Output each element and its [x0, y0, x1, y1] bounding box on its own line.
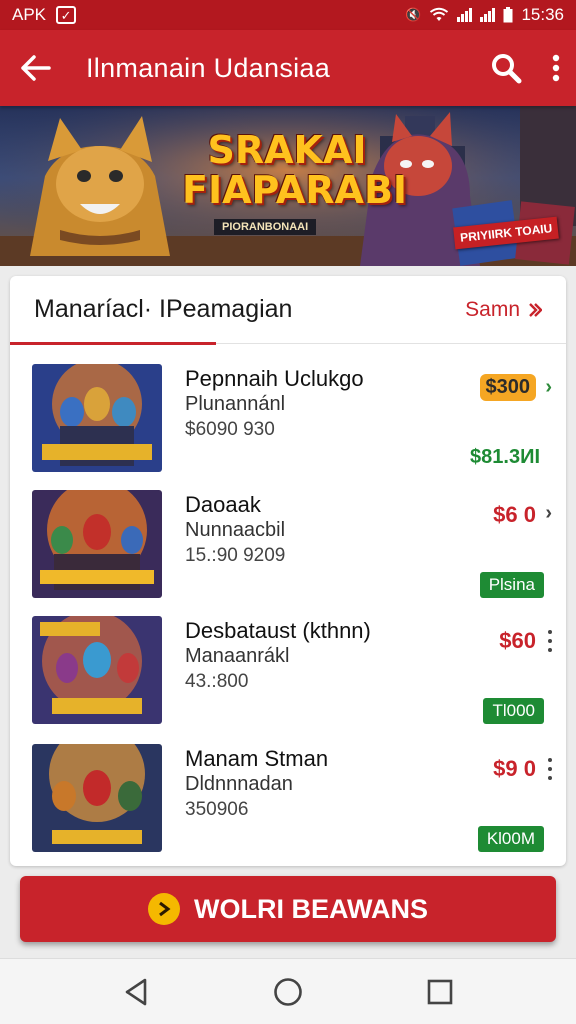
item-thumbnail	[32, 744, 162, 852]
promo-banner[interactable]: SRAKAI FIAPARABI PIORANBONAAI PRIYIIRK T…	[0, 106, 576, 266]
banner-subtitle: PIORANBONAAI	[214, 219, 317, 235]
item-tag: Tl000	[483, 698, 544, 724]
item-thumbnail	[32, 616, 162, 724]
cta-label: WOLRI BEAWANS	[194, 893, 428, 924]
item-tag: $81.3ИI	[470, 446, 540, 468]
item-number: 15.:90 9209	[185, 545, 286, 566]
item-subtitle: Nunnaacbil	[185, 519, 286, 541]
see-all-link[interactable]: Samn	[465, 298, 542, 322]
chevron-right-circle-icon	[148, 893, 180, 925]
arrow-back-icon	[21, 55, 51, 81]
signal-2-icon	[480, 8, 496, 22]
status-app-label: APK	[12, 5, 47, 24]
item-subtitle: Manaanrákl	[185, 645, 290, 667]
nav-back-button[interactable]	[116, 972, 156, 1012]
item-name: Manam Stman	[185, 746, 329, 771]
square-recents-icon	[427, 979, 453, 1004]
mute-icon: 🔇	[405, 7, 422, 22]
primary-cta-button[interactable]: WOLRI BEAWANS	[20, 876, 556, 942]
item-subtitle: Plunannánl	[185, 393, 286, 415]
back-button[interactable]	[16, 48, 56, 88]
system-nav-bar	[0, 958, 576, 1024]
item-price: $9 0	[493, 756, 536, 781]
item-name: Pepnnaih Uclukgo	[185, 366, 364, 391]
list-item[interactable]: Pepnnaih Uclukgo Plunannánl $6090 930 $3…	[10, 364, 566, 474]
item-thumbnail	[32, 490, 162, 598]
status-bar: APK ✓ 🔇 15:36	[0, 0, 576, 30]
list-item[interactable]: Daoaak Nunnaacbil 15.:90 9209 $6 0 › Pls…	[10, 490, 566, 600]
item-price: $60	[499, 628, 536, 653]
wifi-icon	[430, 7, 449, 21]
battery-icon	[503, 7, 513, 23]
content-panel: Manaríacl· IPeamagian Samn Pepnnaih Uclu…	[10, 276, 566, 866]
more-vert-icon[interactable]	[552, 54, 560, 82]
item-name: Desbataust (kthnn)	[185, 618, 371, 643]
item-subtitle: Dldnnnadan	[185, 773, 293, 795]
circle-home-icon	[274, 977, 302, 1006]
app-bar: Ilnmanain Udansiaa	[0, 30, 576, 106]
signal-icon	[457, 8, 473, 22]
item-tag: Kl00M	[477, 826, 544, 852]
item-tag: Plsina	[479, 572, 544, 598]
see-all-label: Samn	[465, 297, 520, 321]
triangle-back-icon	[125, 978, 147, 1005]
more-options-icon[interactable]	[546, 758, 554, 780]
item-number: 43.:800	[185, 671, 249, 692]
nav-home-button[interactable]	[268, 972, 308, 1012]
item-number: $6090 930	[185, 419, 275, 440]
item-price: $6 0	[493, 502, 536, 527]
list-item[interactable]: Desbataust (kthnn) Manaanrákl 43.:800 $6…	[10, 616, 566, 726]
more-options-icon[interactable]	[546, 630, 554, 652]
banner-title: SRAKAI FIAPARABI	[182, 128, 408, 212]
search-icon[interactable]	[490, 52, 522, 84]
section-underline	[10, 342, 216, 345]
section-header: Manaríacl· IPeamagian Samn	[10, 276, 566, 345]
item-thumbnail	[32, 364, 162, 472]
item-name: Daoaak	[185, 492, 261, 517]
item-price: $300	[479, 374, 536, 401]
page-title: Ilnmanain Udansiaa	[86, 52, 331, 83]
chevron-right-icon[interactable]: ›	[545, 502, 552, 525]
chevron-right-icon	[529, 302, 542, 317]
list-item[interactable]: Manam Stman Dldnnnadan 350906 $9 0 Kl00M	[10, 744, 566, 854]
section-title: Manaríacl· IPeamagian	[34, 295, 293, 323]
notification-check-icon: ✓	[56, 6, 77, 24]
nav-recents-button[interactable]	[420, 972, 460, 1012]
chevron-right-icon[interactable]: ›	[545, 376, 552, 399]
item-number: 350906	[185, 799, 249, 820]
status-time: 15:36	[521, 5, 564, 24]
